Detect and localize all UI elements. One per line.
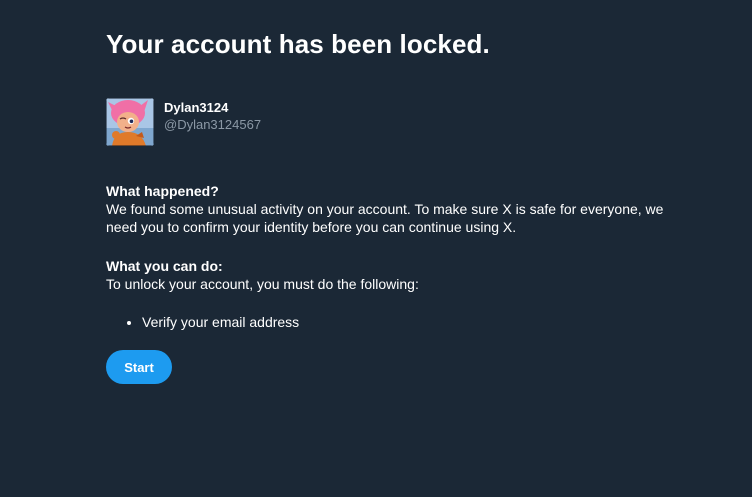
what-you-can-do-section: What you can do: To unlock your account,… bbox=[106, 257, 696, 293]
list-item: Verify your email address bbox=[142, 313, 299, 331]
required-steps-list: Verify your email address bbox=[106, 313, 299, 331]
page-title: Your account has been locked. bbox=[106, 29, 490, 59]
what-happened-text: We found some unusual activity on your a… bbox=[106, 201, 664, 235]
profile-names: Dylan3124 @Dylan3124567 bbox=[164, 99, 261, 133]
start-button[interactable]: Start bbox=[106, 350, 172, 384]
what-happened-section: What happened? We found some unusual act… bbox=[106, 182, 696, 236]
account-profile: Dylan3124 @Dylan3124567 bbox=[106, 98, 506, 147]
user-handle: @Dylan3124567 bbox=[164, 117, 262, 132]
avatar bbox=[106, 98, 154, 146]
avatar-image bbox=[106, 98, 154, 146]
what-happened-heading: What happened? bbox=[106, 183, 219, 199]
display-name: Dylan3124 bbox=[164, 100, 229, 115]
what-you-can-do-text: To unlock your account, you must do the … bbox=[106, 276, 419, 292]
what-you-can-do-heading: What you can do: bbox=[106, 258, 223, 274]
